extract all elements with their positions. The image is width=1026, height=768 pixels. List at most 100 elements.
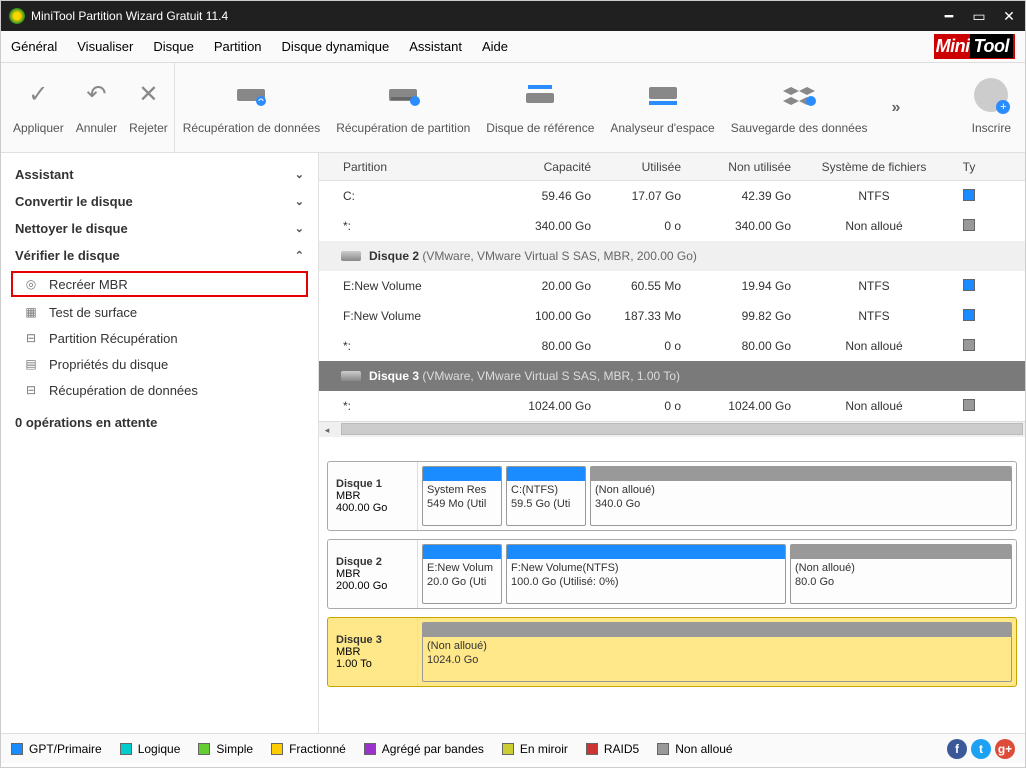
scroll-left-icon[interactable]: ◂ [319, 422, 335, 438]
col-unused[interactable]: Non utilisée [689, 160, 799, 174]
disk-map-2[interactable]: Disque 2 MBR 200.00 Go E:New Volum20.0 G… [327, 539, 1017, 609]
benchmark-button[interactable]: Disque de référence [478, 68, 602, 148]
legend-mirrored: En miroir [502, 742, 568, 756]
sidebar-cat-check[interactable]: Vérifier le disque⌃ [1, 242, 318, 269]
menu-disk[interactable]: Disque [153, 39, 193, 54]
partition-bar [507, 545, 785, 559]
legend-logical: Logique [120, 742, 181, 756]
menu-help[interactable]: Aide [482, 39, 508, 54]
menu-view[interactable]: Visualiser [77, 39, 133, 54]
user-plus-icon [972, 81, 1010, 109]
sidebar-cat-assistant[interactable]: Assistant⌄ [1, 161, 318, 188]
type-swatch [963, 189, 975, 201]
partition-row[interactable]: E:New Volume 20.00 Go 60.55 Mo 19.94 Go … [319, 271, 1025, 301]
undo-button[interactable]: ↶ Annuler [70, 68, 123, 148]
partition-recovery-button[interactable]: Récupération de partition [328, 68, 478, 148]
partition-grid: Partition Capacité Utilisée Non utilisée… [319, 153, 1025, 453]
partition-row[interactable]: *: 80.00 Go 0 o 80.00 Go Non alloué [319, 331, 1025, 361]
toolbar-more-button[interactable]: » [892, 99, 901, 117]
disk-map-partition[interactable]: (Non alloué)1024.0 Go [422, 622, 1012, 682]
googleplus-icon[interactable]: g+ [995, 739, 1015, 759]
sidebar-cat-convert[interactable]: Convertir le disque⌄ [1, 188, 318, 215]
menu-dynamic[interactable]: Disque dynamique [282, 39, 390, 54]
legend-unallocated: Non alloué [657, 742, 732, 756]
analyzer-icon [644, 81, 682, 109]
app-icon [9, 8, 25, 24]
partition-bar [591, 467, 1011, 481]
space-analyzer-button[interactable]: Analyseur d'espace [602, 68, 722, 148]
data-recovery-button[interactable]: Récupération de données [175, 68, 328, 148]
menu-bar: Général Visualiser Disque Partition Disq… [1, 31, 1025, 63]
check-icon: ✓ [19, 81, 57, 109]
chevron-down-icon: ⌄ [295, 195, 304, 208]
col-filesystem[interactable]: Système de fichiers [799, 160, 949, 174]
sidebar-cat-clean[interactable]: Nettoyer le disque⌄ [1, 215, 318, 242]
sidebar-item-surface-test[interactable]: ▦ Test de surface [1, 299, 318, 325]
disk-map-1[interactable]: Disque 1 MBR 400.00 Go System Res549 Mo … [327, 461, 1017, 531]
disk-map-partition[interactable]: F:New Volume(NTFS)100.0 Go (Utilisé: 0%) [506, 544, 786, 604]
menu-partition[interactable]: Partition [214, 39, 262, 54]
disk-header-row-selected[interactable]: Disque 3 (VMware, VMware Virtual S SAS, … [319, 361, 1025, 391]
sidebar-item-data-recovery[interactable]: ⊟ Récupération de données [1, 377, 318, 403]
hdd-clock-icon [384, 81, 422, 109]
maximize-button[interactable]: ▭ [971, 8, 987, 25]
social-links: f t g+ [947, 739, 1015, 759]
brand-logo: MiniTool [934, 34, 1015, 59]
disk-map-partition[interactable]: (Non alloué)80.0 Go [790, 544, 1012, 604]
hdd-icon: ⊟ [23, 382, 39, 398]
disk-map-partition[interactable]: E:New Volum20.0 Go (Uti [422, 544, 502, 604]
legend-striped: Agrégé par bandes [364, 742, 484, 756]
chevron-down-icon: ⌄ [295, 222, 304, 235]
disk-map-label: Disque 3 MBR 1.00 To [328, 618, 418, 686]
chevron-down-icon: ⌄ [295, 168, 304, 181]
disk-header-row[interactable]: Disque 2 (VMware, VMware Virtual S SAS, … [319, 241, 1025, 271]
disk-map-partition[interactable]: System Res549 Mo (Util [422, 466, 502, 526]
recovery-icon: ⊟ [23, 330, 39, 346]
close-button[interactable]: ✕ [1001, 8, 1017, 25]
backup-button[interactable]: Sauvegarde des données [723, 68, 876, 148]
col-partition[interactable]: Partition [319, 160, 499, 174]
partition-row[interactable]: *: 340.00 Go 0 o 340.00 Go Non alloué [319, 211, 1025, 241]
discard-button[interactable]: ✕ Rejeter [123, 68, 174, 148]
disk-map-3-selected[interactable]: Disque 3 MBR 1.00 To (Non alloué)1024.0 … [327, 617, 1017, 687]
sidebar: Assistant⌄ Convertir le disque⌄ Nettoyer… [1, 153, 319, 733]
target-icon: ◎ [23, 276, 39, 292]
legend-spanned: Fractionné [271, 742, 346, 756]
menu-general[interactable]: Général [11, 39, 57, 54]
disk-map-label: Disque 1 MBR 400.00 Go [328, 462, 418, 530]
register-button[interactable]: Inscrire [964, 68, 1019, 148]
type-swatch [963, 279, 975, 291]
horizontal-scrollbar[interactable]: ◂ [319, 421, 1025, 437]
menu-assistant[interactable]: Assistant [409, 39, 462, 54]
type-swatch [963, 339, 975, 351]
twitter-icon[interactable]: t [971, 739, 991, 759]
partition-row[interactable]: *: 1024.00 Go 0 o 1024.00 Go Non alloué [319, 391, 1025, 421]
properties-icon: ▤ [23, 356, 39, 372]
x-icon: ✕ [129, 81, 167, 109]
facebook-icon[interactable]: f [947, 739, 967, 759]
type-swatch [963, 399, 975, 411]
disk-map-partition[interactable]: (Non alloué)340.0 Go [590, 466, 1012, 526]
disk-icon [341, 251, 361, 261]
main-toolbar: ✓ Appliquer ↶ Annuler ✕ Rejeter Récupéra… [1, 63, 1025, 153]
grid-icon: ▦ [23, 304, 39, 320]
disk-map-label: Disque 2 MBR 200.00 Go [328, 540, 418, 608]
col-capacity[interactable]: Capacité [499, 160, 599, 174]
sidebar-item-rebuild-mbr[interactable]: ◎ Recréer MBR [11, 271, 308, 297]
col-used[interactable]: Utilisée [599, 160, 689, 174]
partition-row[interactable]: F:New Volume 100.00 Go 187.33 Mo 99.82 G… [319, 301, 1025, 331]
scrollbar-thumb[interactable] [341, 423, 1023, 435]
status-bar: GPT/Primaire Logique Simple Fractionné A… [1, 733, 1025, 763]
col-type[interactable]: Ty [949, 160, 989, 174]
pending-operations: 0 opérations en attente [1, 403, 318, 442]
minimize-button[interactable]: ━ [941, 8, 957, 25]
partition-bar [423, 623, 1011, 637]
partition-row[interactable]: C: 59.46 Go 17.07 Go 42.39 Go NTFS [319, 181, 1025, 211]
sidebar-item-partition-recovery[interactable]: ⊟ Partition Récupération [1, 325, 318, 351]
sidebar-item-disk-properties[interactable]: ▤ Propriétés du disque [1, 351, 318, 377]
grid-header: Partition Capacité Utilisée Non utilisée… [319, 153, 1025, 181]
benchmark-icon [521, 81, 559, 109]
apply-button[interactable]: ✓ Appliquer [7, 68, 70, 148]
disk-map-partition[interactable]: C:(NTFS)59.5 Go (Uti [506, 466, 586, 526]
partition-bar [791, 545, 1011, 559]
